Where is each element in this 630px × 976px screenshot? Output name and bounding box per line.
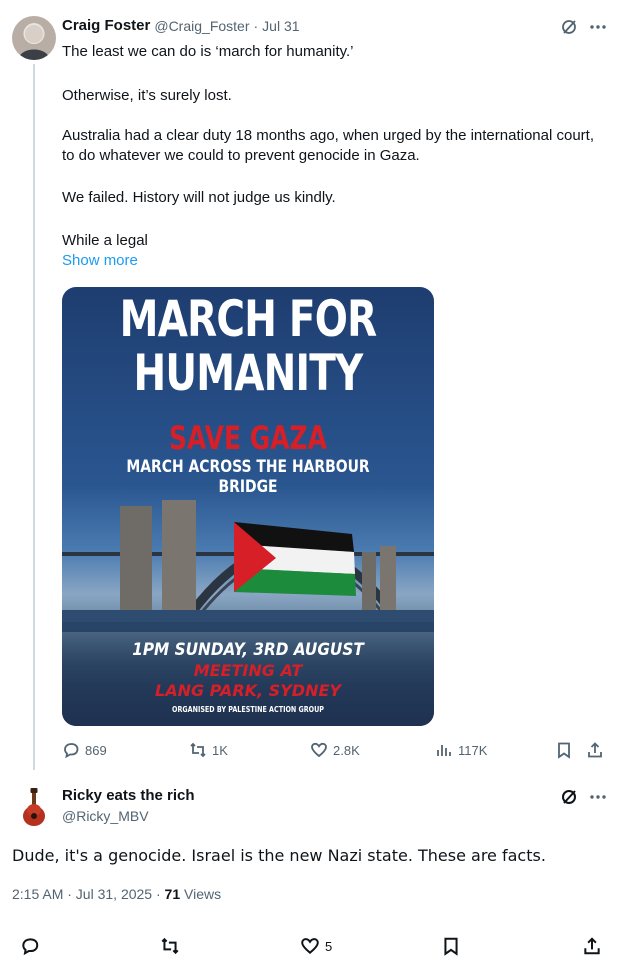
poster-title-line1: MARCH FOR [119, 290, 377, 348]
show-more-link[interactable]: Show more [62, 252, 138, 269]
author-name[interactable]: Craig Foster [62, 17, 150, 34]
reply-views-label: Views [184, 886, 222, 902]
tweet-text-p4: We failed. History will not judge us kin… [62, 189, 336, 206]
reply-count: 869 [85, 742, 107, 758]
like-count: 2.8K [333, 742, 360, 758]
tweet-text-p3: Australia had a clear duty 18 months ago… [62, 127, 599, 164]
reply-like-button[interactable]: 5 [300, 936, 332, 956]
thread-line [33, 64, 35, 770]
poster-time: 1PM SUNDAY, 3RD AUGUST [132, 640, 364, 660]
reply-bubble-icon [22, 938, 39, 956]
reply-author-name[interactable]: Ricky eats the rich [62, 787, 195, 804]
reply-button[interactable]: 869 [62, 741, 107, 759]
reply-reply-button[interactable] [20, 936, 40, 956]
views-count: 117K [458, 742, 488, 758]
bookmark-icon [558, 742, 570, 759]
grok-slash-icon[interactable] [560, 18, 578, 41]
bookmark-button[interactable] [555, 741, 573, 759]
poster-title-line2: HUMANITY [133, 344, 363, 402]
repost-arrows-icon [190, 742, 206, 758]
reply-bookmark-button[interactable] [441, 936, 461, 956]
poster-place: LANG PARK, SYDNEY [155, 681, 341, 700]
reply-share-button[interactable] [582, 936, 602, 956]
bar-chart-icon [437, 745, 451, 756]
author-handle[interactable]: @Craig_Foster [154, 18, 249, 34]
tweet-text-p5: While a legal [62, 232, 148, 249]
poster-subtitle: SAVE GAZA [169, 419, 327, 457]
reply-meta: 2:15 AM · Jul 31, 2025 · 71 Views [12, 886, 221, 902]
reply-views-count: 71 [164, 886, 181, 902]
tweet-date[interactable]: Jul 31 [262, 18, 299, 34]
share-button[interactable] [586, 741, 604, 759]
share-upload-icon [588, 742, 602, 758]
heart-icon [311, 742, 327, 758]
tweet-text-p2: Otherwise, it’s surely lost. [62, 87, 232, 104]
repost-button[interactable]: 1K [189, 741, 228, 759]
tweet-text-p1: The least we can do is ‘march for humani… [62, 43, 354, 60]
separator: · [253, 17, 259, 34]
heart-icon [301, 938, 319, 954]
reply-repost-button[interactable] [160, 936, 180, 956]
reply-bubble-icon [64, 743, 79, 759]
tweet-header: Craig Foster @Craig_Foster · Jul 31 [62, 17, 300, 34]
guitar-avatar-icon [23, 788, 45, 826]
reply-author-avatar[interactable] [12, 786, 56, 830]
bookmark-icon [444, 937, 458, 956]
poster-meeting: MEETING AT [193, 661, 303, 680]
poster-route: MARCH ACROSS THE HARBOUR BRIDGE [126, 457, 370, 497]
harbour-bridge-illustration [62, 500, 434, 632]
share-upload-icon [584, 937, 600, 955]
more-dots-icon[interactable] [588, 18, 608, 41]
repost-count: 1K [212, 742, 228, 758]
author-avatar[interactable] [12, 16, 56, 60]
march-poster-image[interactable]: MARCH FOR HUMANITY SAVE GAZA MARCH ACROS… [62, 287, 434, 726]
reply-like-count: 5 [325, 938, 333, 954]
reply-text: Dude, it's a genocide. Israel is the new… [12, 846, 546, 865]
repost-arrows-icon [161, 937, 179, 955]
reply-grok-slash-icon[interactable] [560, 788, 578, 811]
reply-author-handle[interactable]: @Ricky_MBV [62, 808, 149, 824]
views-button[interactable]: 117K [435, 741, 487, 759]
reply-more-dots-icon[interactable] [588, 788, 608, 811]
poster-organiser: ORGANISED BY PALESTINE ACTION GROUP [172, 705, 324, 714]
palestinian-flag [234, 522, 356, 596]
like-button[interactable]: 2.8K [310, 741, 360, 759]
reply-timestamp[interactable]: 2:15 AM · Jul 31, 2025 · [12, 886, 165, 902]
